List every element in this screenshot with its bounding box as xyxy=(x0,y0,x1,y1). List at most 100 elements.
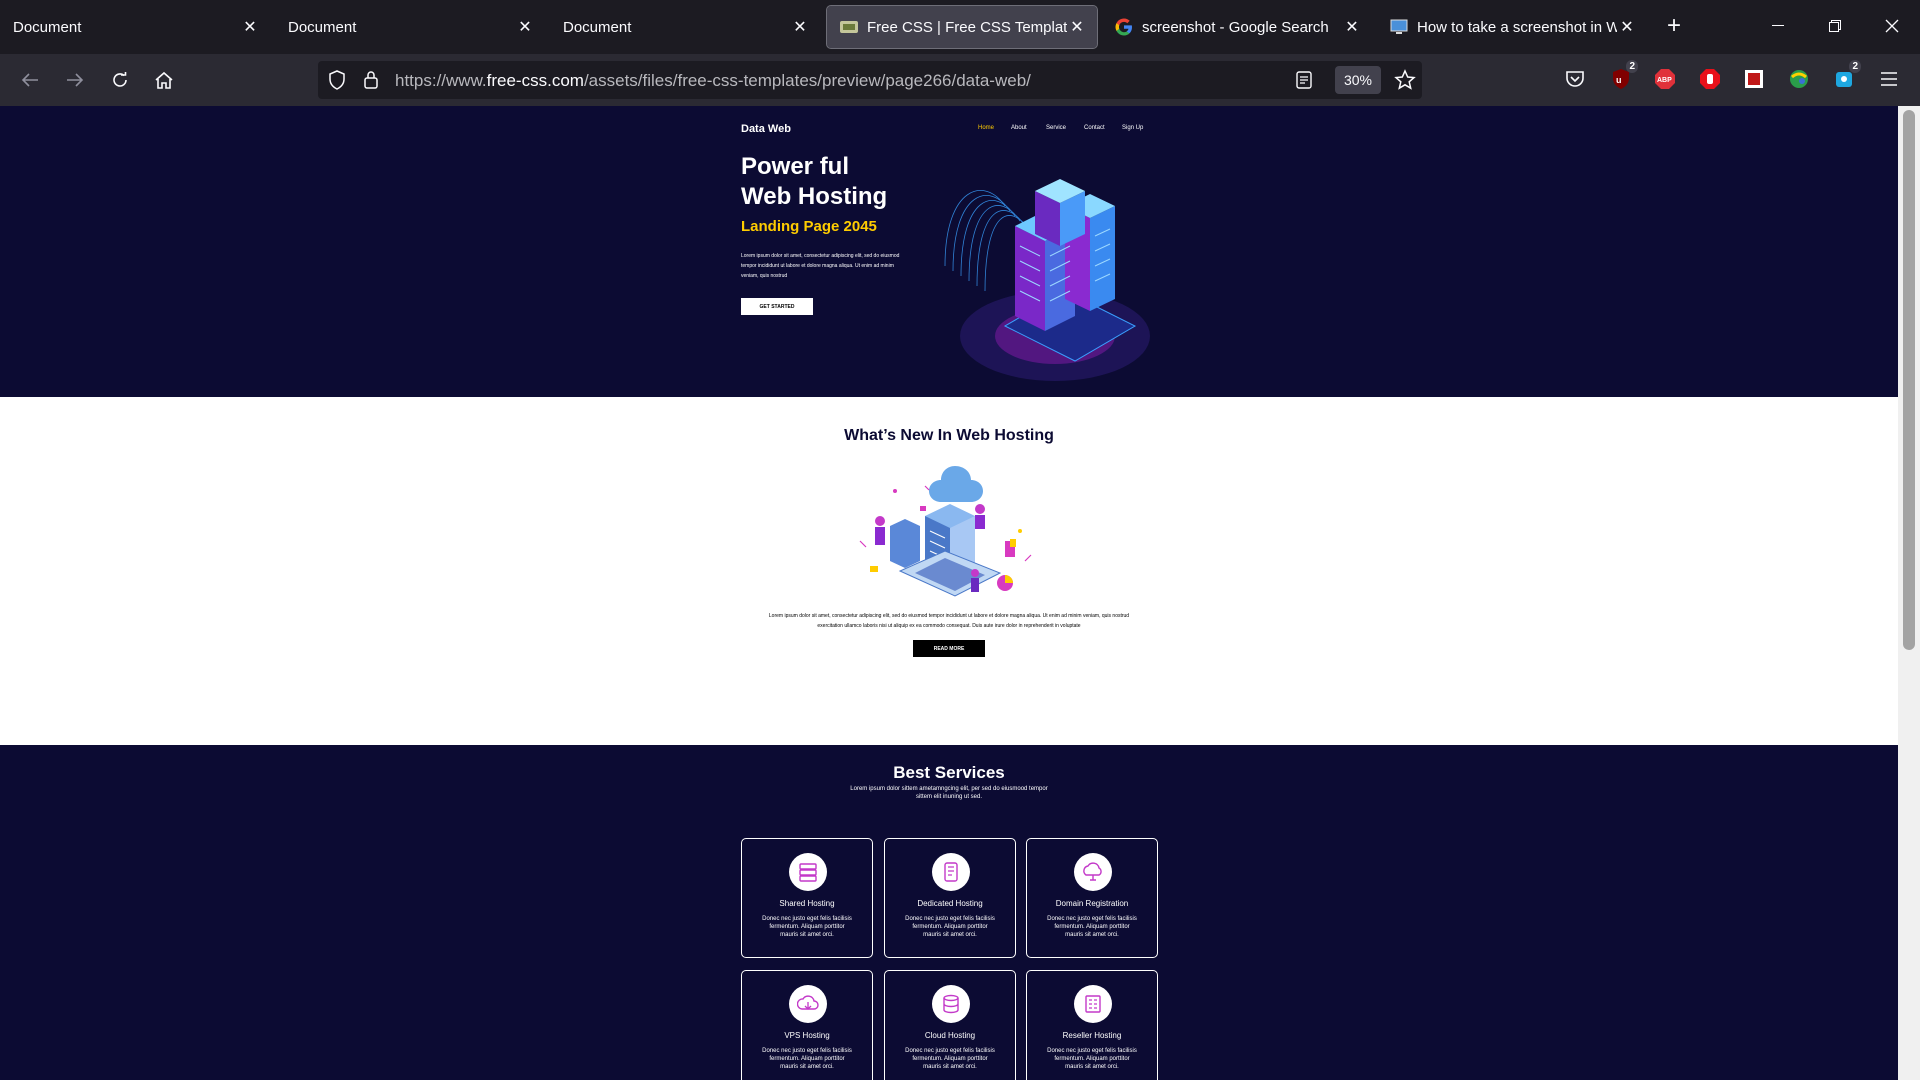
cloud-hosting-icon xyxy=(932,985,970,1023)
vps-cloud-icon xyxy=(789,985,827,1023)
close-icon[interactable]: ✕ xyxy=(240,17,260,37)
shared-hosting-icon xyxy=(789,853,827,891)
service-card-title: Dedicated Hosting xyxy=(917,899,983,908)
tab-free-css[interactable]: Free CSS | Free CSS Templates ✕ xyxy=(826,5,1098,49)
nav-about[interactable]: About xyxy=(1011,125,1027,131)
minimize-button[interactable] xyxy=(1758,10,1798,42)
restore-button[interactable] xyxy=(1815,10,1855,42)
monitor-icon xyxy=(1390,18,1408,36)
nav-home[interactable]: Home xyxy=(978,125,994,131)
services-title: Best Services xyxy=(893,763,1005,782)
service-card-domain-registration[interactable]: Domain Registration Donec nec justo eget… xyxy=(1026,838,1158,958)
get-started-button[interactable]: GET STARTED xyxy=(741,298,813,315)
nav-contact[interactable]: Contact xyxy=(1084,125,1105,131)
service-card-text: Donec nec justo eget felis facilisis fer… xyxy=(762,1048,852,1070)
close-icon[interactable]: ✕ xyxy=(1067,17,1087,37)
url-bar[interactable]: https://www.free-css.com/assets/files/fr… xyxy=(318,61,1422,99)
close-icon[interactable]: ✕ xyxy=(1617,17,1637,37)
service-card-shared-hosting[interactable]: Shared Hosting Donec nec justo eget feli… xyxy=(741,838,873,958)
service-card-text: Donec nec justo eget felis facilisis fer… xyxy=(1047,916,1137,938)
url-path: /assets/files/free-css-templates/preview… xyxy=(583,71,1031,90)
forward-button[interactable] xyxy=(59,64,91,96)
tab-title: Document xyxy=(288,18,357,36)
hero-title-line1: Power ful xyxy=(741,153,850,180)
hero-section: Data Web Home About Service Contact Sign… xyxy=(0,106,1898,397)
service-card-title: Shared Hosting xyxy=(779,899,835,908)
hamburger-menu-icon[interactable] xyxy=(1876,66,1902,92)
notification-count-badge: 2 xyxy=(1849,60,1861,73)
page-viewport: Data Web Home About Service Contact Sign… xyxy=(0,106,1920,1080)
service-card-text: Donec nec justo eget felis facilisis fer… xyxy=(905,1048,995,1070)
read-more-button[interactable]: READ MORE xyxy=(913,640,985,657)
tab-bar: Document ✕ Document ✕ Document ✕ Free CS… xyxy=(0,0,1920,54)
hero-title: Power ful Web Hosting xyxy=(741,152,887,212)
tab-title: Document xyxy=(13,18,82,36)
tab-title: Document xyxy=(563,18,632,36)
tab-title: screenshot - Google Search xyxy=(1142,18,1329,36)
about-section: What’s New In Web Hosting Lorem ipsum do… xyxy=(0,397,1898,745)
services-section: Best Services Lorem ipsum dolor sittem a… xyxy=(0,745,1898,1080)
tab-title: Free CSS | Free CSS Templates xyxy=(867,18,1067,36)
service-card-vps-hosting[interactable]: VPS Hosting Donec nec justo eget felis f… xyxy=(741,970,873,1080)
hero-subtitle: Landing Page 2045 xyxy=(741,218,877,235)
service-card-title: Cloud Hosting xyxy=(924,1031,976,1040)
pocket-icon[interactable] xyxy=(1562,66,1588,92)
url-prefix: https://www. xyxy=(395,71,487,90)
hero-description: Lorem ipsum dolor sit amet, consectetur … xyxy=(741,253,900,279)
ublock-icon[interactable]: u 2 xyxy=(1608,60,1638,92)
reader-view-icon[interactable] xyxy=(1296,70,1312,95)
server-illustration xyxy=(944,179,1150,381)
about-title: What’s New In Web Hosting xyxy=(844,427,1054,444)
url-domain: free-css.com xyxy=(486,71,584,90)
tab-document-2[interactable]: Document ✕ xyxy=(275,6,545,48)
domain-registration-icon xyxy=(1074,853,1112,891)
tab-title: How to take a screenshot in W xyxy=(1417,18,1617,36)
service-card-reseller-hosting[interactable]: Reseller Hosting Donec nec justo eget fe… xyxy=(1026,970,1158,1080)
cloud-hosting-illustration xyxy=(859,466,1032,597)
ublock-count-badge: 2 xyxy=(1626,60,1638,73)
adblock-plus-icon[interactable]: ABP xyxy=(1652,66,1678,92)
service-card-text: Donec nec justo eget felis facilisis fer… xyxy=(1047,1048,1137,1070)
bookmark-star-icon[interactable] xyxy=(1394,69,1416,96)
page-scrollbar-thumb[interactable] xyxy=(1903,110,1915,650)
services-subtitle: Lorem ipsum dolor sittem ametamngcing el… xyxy=(850,786,1048,800)
service-card-title: VPS Hosting xyxy=(784,1031,830,1040)
svg-text:u: u xyxy=(1616,75,1622,85)
dedicated-hosting-icon xyxy=(932,853,970,891)
new-tab-button[interactable]: + xyxy=(1660,12,1688,40)
back-button[interactable] xyxy=(14,64,46,96)
reseller-hosting-icon xyxy=(1074,985,1112,1023)
close-icon[interactable]: ✕ xyxy=(515,17,535,37)
service-card-title: Reseller Hosting xyxy=(1062,1031,1122,1040)
service-card-text: Donec nec justo eget felis facilisis fer… xyxy=(762,916,852,938)
notification-extension-icon[interactable]: 2 xyxy=(1831,60,1861,92)
close-icon[interactable]: ✕ xyxy=(1342,17,1362,37)
tab-document-3[interactable]: Document ✕ xyxy=(550,6,820,48)
adblock-hand-icon[interactable] xyxy=(1697,66,1723,92)
tab-how-to-screenshot[interactable]: How to take a screenshot in W ✕ xyxy=(1377,6,1647,48)
shield-icon[interactable] xyxy=(328,70,346,95)
hero-title-line2: Web Hosting xyxy=(741,183,888,210)
nav-sign-up[interactable]: Sign Up xyxy=(1122,125,1143,131)
mcafee-icon[interactable] xyxy=(1741,66,1767,92)
close-icon[interactable]: ✕ xyxy=(790,17,810,37)
about-description: Lorem ipsum dolor sit amet, consectetur … xyxy=(768,613,1130,629)
lock-icon[interactable] xyxy=(363,70,379,95)
navigation-toolbar: https://www.free-css.com/assets/files/fr… xyxy=(0,54,1920,106)
service-card-title: Domain Registration xyxy=(1055,899,1129,908)
home-button[interactable] xyxy=(148,64,180,96)
service-card-dedicated-hosting[interactable]: Dedicated Hosting Donec nec justo eget f… xyxy=(884,838,1016,958)
nav-service[interactable]: Service xyxy=(1046,125,1066,131)
close-window-button[interactable] xyxy=(1872,10,1912,42)
site-logo[interactable]: Data Web xyxy=(741,123,791,135)
globe-extension-icon[interactable] xyxy=(1786,66,1812,92)
reload-button[interactable] xyxy=(104,64,136,96)
service-card-cloud-hosting[interactable]: Cloud Hosting Donec nec justo eget felis… xyxy=(884,970,1016,1080)
zoom-level-button[interactable]: 30% xyxy=(1335,66,1381,94)
tab-google-search[interactable]: screenshot - Google Search ✕ xyxy=(1102,6,1372,48)
adblock-plus-label: ABP xyxy=(1657,77,1672,84)
url-text[interactable]: https://www.free-css.com/assets/files/fr… xyxy=(395,71,1031,91)
google-icon xyxy=(1115,18,1133,36)
tab-document-1[interactable]: Document ✕ xyxy=(0,6,270,48)
service-card-text: Donec nec justo eget felis facilisis fer… xyxy=(905,916,995,938)
